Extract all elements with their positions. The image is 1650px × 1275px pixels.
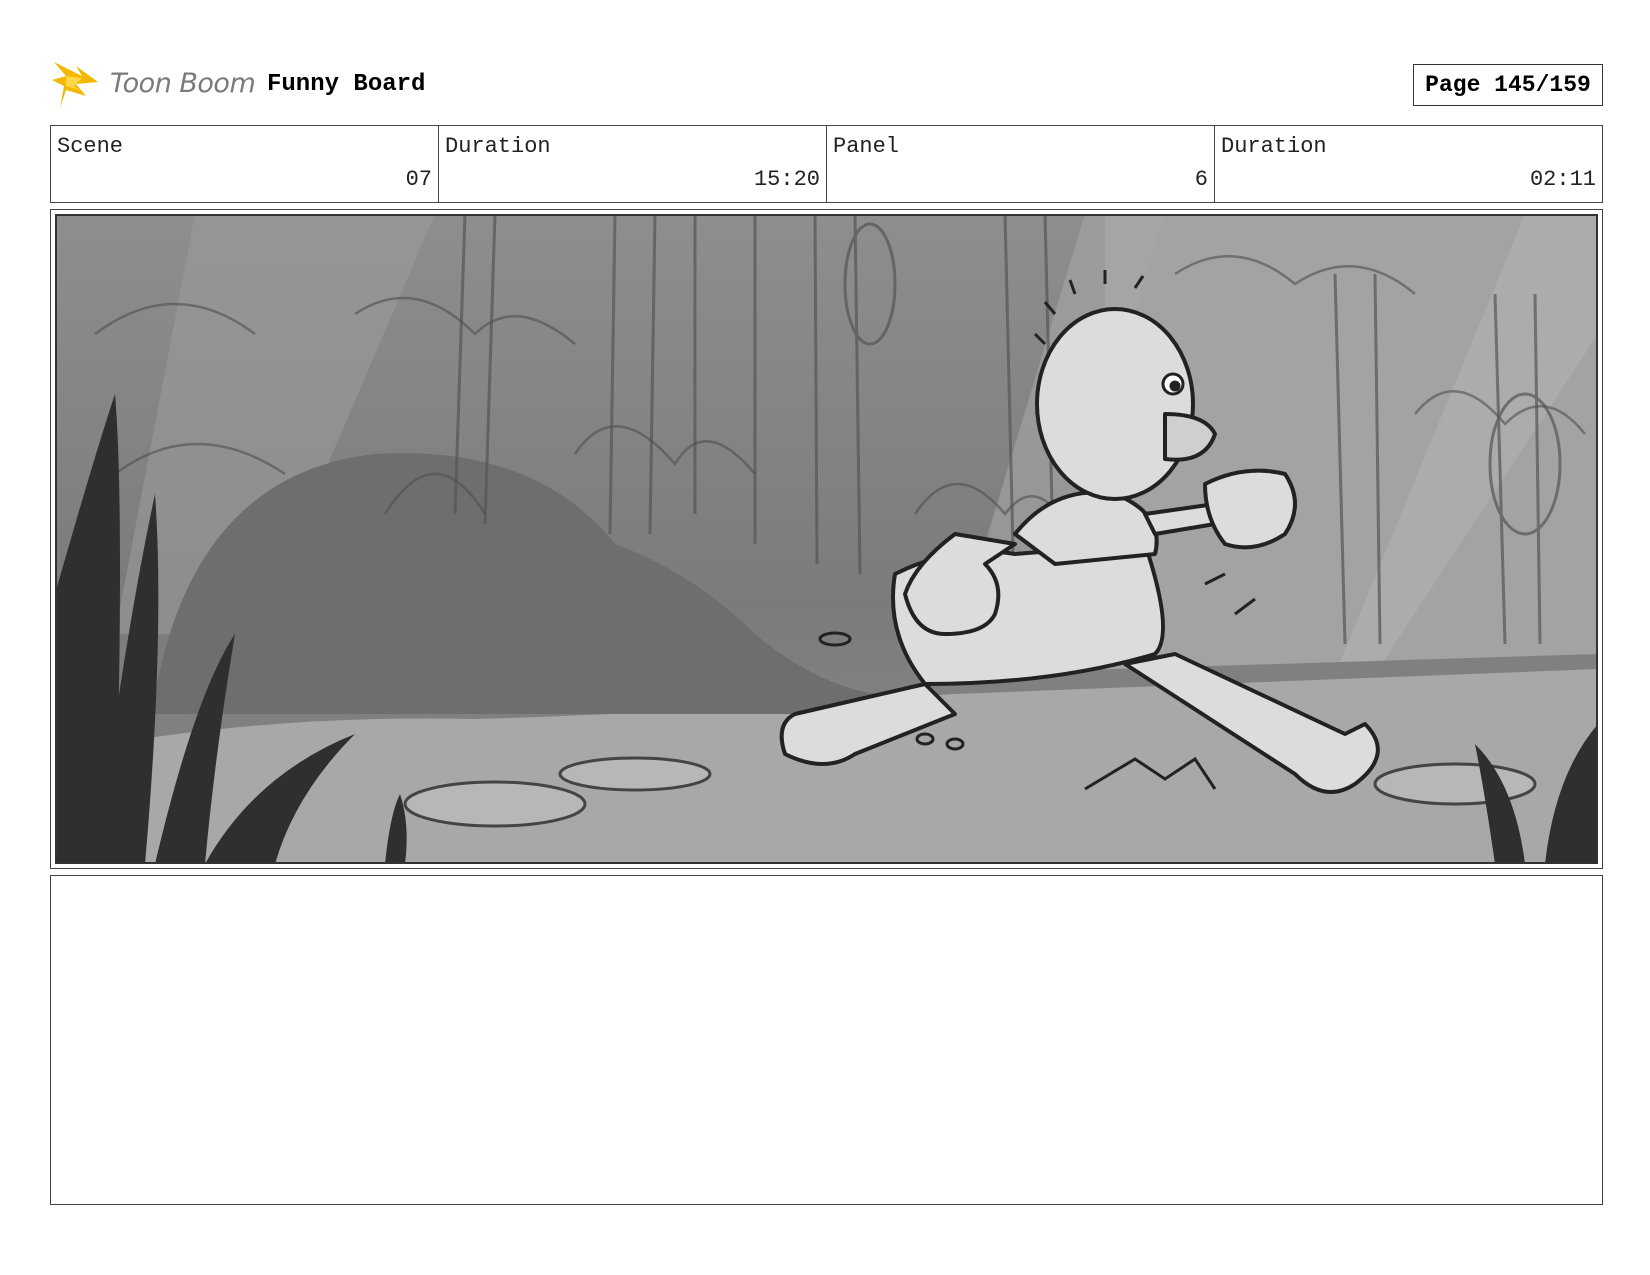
scene-duration-label: Duration (445, 134, 551, 159)
toon-boom-logo: Toon Boom (52, 56, 256, 112)
panel-image (55, 214, 1598, 864)
board-title: Funny Board (267, 71, 426, 98)
panel-frame (50, 209, 1603, 869)
jungle-sketch-illustration (55, 214, 1598, 864)
scene-label: Scene (57, 134, 124, 159)
scene-cell: Scene 07 (51, 126, 439, 202)
panel-duration-label: Duration (1221, 134, 1327, 159)
panel-duration-value: 02:11 (1529, 167, 1596, 192)
panel-duration-cell: Duration 02:11 (1215, 126, 1602, 202)
caption-box (50, 875, 1603, 1205)
scene-duration-cell: Duration 15:20 (439, 126, 827, 202)
panel-value: 6 (1194, 167, 1208, 192)
scene-duration-value: 15:20 (753, 167, 820, 192)
panel-info-row: Scene 07 Duration 15:20 Panel 6 Duration… (50, 125, 1603, 203)
logo-text: Toon Boom (110, 68, 256, 99)
page-indicator: Page 145/159 (1413, 64, 1603, 106)
panel-cell: Panel 6 (827, 126, 1215, 202)
scene-value: 07 (405, 167, 432, 192)
panel-label: Panel (833, 134, 900, 159)
starburst-icon (52, 62, 98, 108)
